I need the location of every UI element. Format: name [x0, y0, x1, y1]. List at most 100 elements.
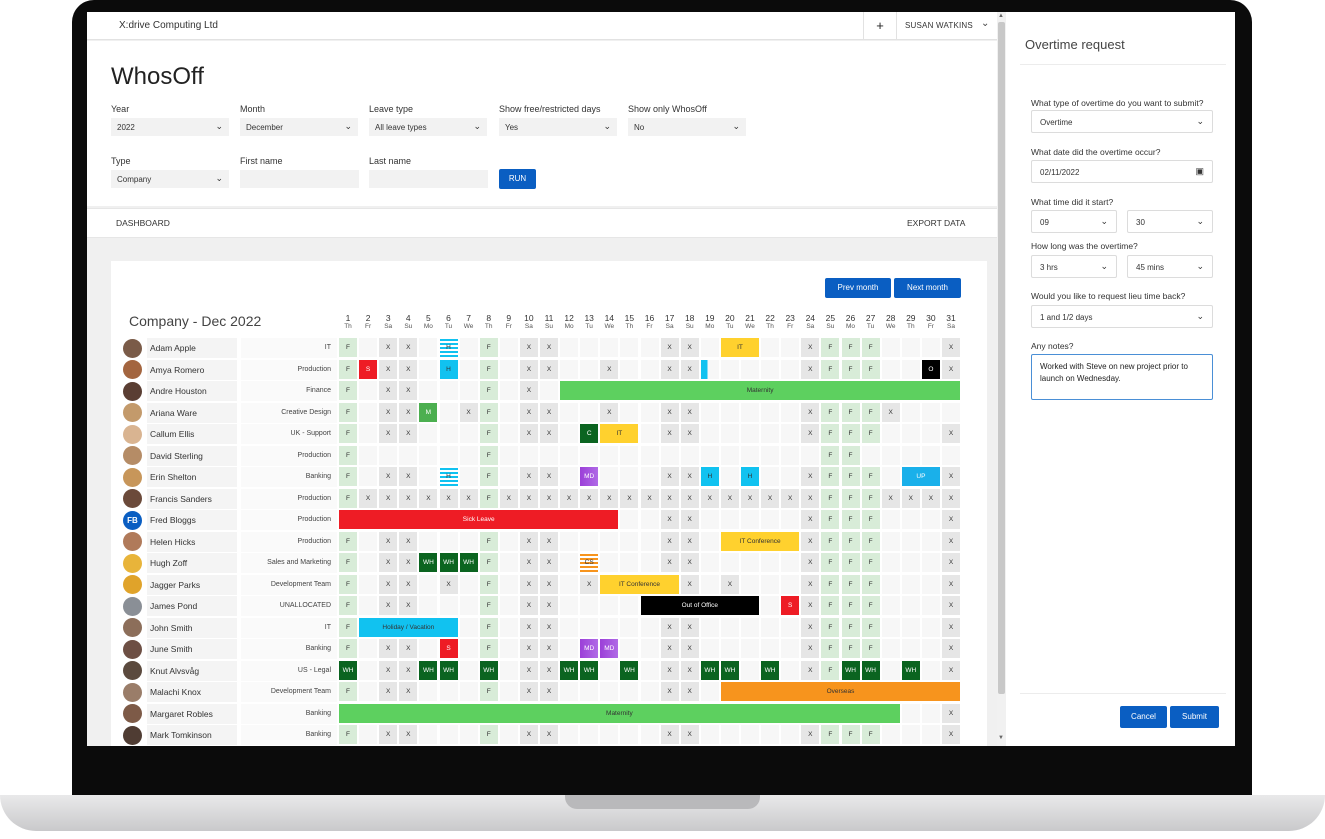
day-cell[interactable]: F	[479, 531, 498, 551]
day-cell[interactable]	[761, 553, 780, 572]
day-cell[interactable]: X	[379, 531, 398, 551]
day-cell[interactable]	[781, 660, 800, 680]
day-cell[interactable]	[459, 467, 478, 486]
day-cell[interactable]: F	[841, 510, 860, 529]
day-cell[interactable]: F	[841, 488, 860, 508]
day-cell[interactable]	[881, 660, 900, 680]
day-cell[interactable]: X	[519, 639, 538, 658]
day-cell[interactable]	[640, 338, 659, 357]
day-cell[interactable]: X	[801, 338, 820, 357]
day-cell[interactable]: X	[379, 574, 398, 594]
day-cell[interactable]: X	[801, 510, 820, 529]
day-cell[interactable]	[600, 338, 619, 357]
day-cell[interactable]: H	[439, 467, 458, 486]
day-cell[interactable]: X	[660, 617, 679, 637]
day-cell[interactable]: F	[821, 725, 840, 744]
day-cell[interactable]: S	[439, 639, 458, 658]
day-cell[interactable]	[921, 703, 940, 723]
last-name-input[interactable]	[369, 170, 488, 188]
day-cell[interactable]: X	[660, 467, 679, 486]
day-cell[interactable]: X	[680, 574, 699, 594]
day-cell[interactable]: X	[399, 402, 418, 422]
day-cell[interactable]	[761, 467, 780, 486]
day-cell[interactable]	[901, 338, 920, 357]
day-cell[interactable]: F	[339, 402, 357, 422]
day-cell[interactable]: F	[479, 596, 498, 615]
day-cell[interactable]: X	[801, 660, 820, 680]
day-cell[interactable]: X	[942, 574, 960, 594]
day-cell[interactable]: X	[540, 660, 558, 680]
day-cell[interactable]: F	[479, 553, 498, 572]
day-cell[interactable]: X	[399, 531, 418, 551]
day-cell[interactable]: X	[680, 553, 699, 572]
day-cell[interactable]: F	[479, 639, 498, 658]
day-cell[interactable]: X	[379, 338, 398, 357]
day-cell[interactable]	[942, 445, 960, 465]
day-cell[interactable]: X	[379, 402, 398, 422]
day-cell[interactable]: X	[379, 424, 398, 443]
day-cell[interactable]	[419, 682, 438, 701]
day-cell[interactable]	[720, 359, 739, 379]
day-cell[interactable]	[761, 510, 780, 529]
day-cell[interactable]: X	[741, 488, 759, 508]
day-cell[interactable]: X	[660, 510, 679, 529]
day-cell[interactable]	[620, 445, 639, 465]
day-cell[interactable]: F	[339, 531, 357, 551]
day-cell[interactable]	[359, 639, 378, 658]
day-cell[interactable]: X	[801, 467, 820, 486]
day-cell[interactable]: X	[660, 639, 679, 658]
day-cell[interactable]: M	[419, 402, 438, 422]
day-cell[interactable]	[781, 445, 800, 465]
day-cell[interactable]: F	[861, 553, 880, 572]
day-cell[interactable]	[720, 553, 739, 572]
day-cell[interactable]: H	[741, 467, 759, 486]
day-cell[interactable]: WH	[841, 660, 860, 680]
day-cell[interactable]: X	[399, 467, 418, 486]
day-cell[interactable]	[560, 445, 579, 465]
day-cell[interactable]: X	[379, 682, 398, 701]
day-cell[interactable]: H	[439, 338, 458, 357]
chevron-down-icon[interactable]: ⌄	[981, 18, 989, 29]
day-cell[interactable]: X	[399, 553, 418, 572]
day-cell[interactable]: X	[942, 596, 960, 615]
day-cell[interactable]: X	[519, 424, 538, 443]
day-cell[interactable]: X	[399, 488, 418, 508]
day-cell[interactable]	[781, 338, 800, 357]
day-cell[interactable]	[499, 639, 518, 658]
day-cell[interactable]: X	[801, 574, 820, 594]
day-cell[interactable]	[700, 510, 719, 529]
day-cell[interactable]	[459, 531, 478, 551]
show-only-select[interactable]: No ⌄	[628, 118, 746, 136]
day-cell[interactable]	[459, 660, 478, 680]
day-cell[interactable]: F	[841, 639, 860, 658]
day-cell[interactable]	[720, 445, 739, 465]
day-cell[interactable]	[720, 617, 739, 637]
employee-name[interactable]: James Pond	[147, 596, 237, 616]
day-cell[interactable]	[359, 725, 378, 744]
day-cell[interactable]	[781, 617, 800, 637]
day-cell[interactable]: F	[861, 574, 880, 594]
submit-button[interactable]: Submit	[1170, 706, 1219, 728]
day-cell[interactable]: X	[942, 488, 960, 508]
day-cell[interactable]: X	[399, 660, 418, 680]
day-cell[interactable]: F	[821, 531, 840, 551]
day-cell[interactable]: F	[821, 574, 840, 594]
day-cell[interactable]	[540, 445, 558, 465]
day-cell[interactable]	[419, 338, 438, 357]
day-cell[interactable]	[700, 574, 719, 594]
day-cell[interactable]	[741, 510, 759, 529]
day-cell[interactable]	[419, 424, 438, 443]
day-cell[interactable]: MD	[580, 639, 599, 658]
day-cell[interactable]	[560, 639, 579, 658]
leave-bar[interactable]: IT Conference	[720, 531, 800, 551]
day-cell[interactable]	[560, 725, 579, 744]
day-cell[interactable]: WH	[479, 660, 498, 680]
leave-type-select[interactable]: All leave types ⌄	[369, 118, 487, 136]
day-cell[interactable]	[921, 660, 940, 680]
day-cell[interactable]: F	[339, 553, 357, 572]
day-cell[interactable]	[921, 402, 940, 422]
day-cell[interactable]: WH	[419, 660, 438, 680]
day-cell[interactable]: X	[801, 424, 820, 443]
overtime-type-select[interactable]: Overtime ⌄	[1031, 110, 1213, 133]
day-cell[interactable]	[560, 682, 579, 701]
